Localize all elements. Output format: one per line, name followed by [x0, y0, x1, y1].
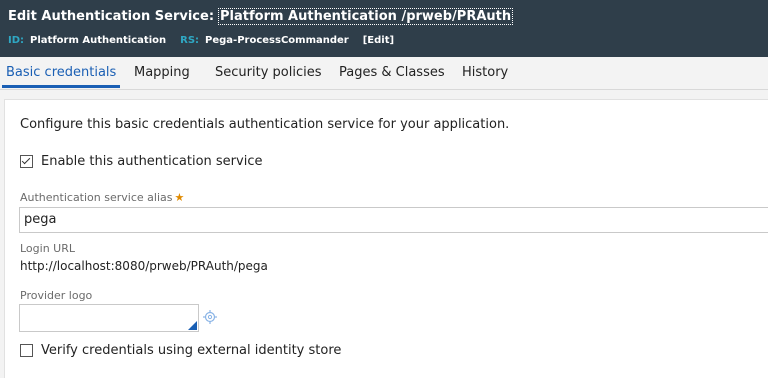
- edit-link[interactable]: [Edit]: [363, 35, 394, 46]
- verify-credentials-checkbox[interactable]: Verify credentials using external identi…: [20, 343, 341, 358]
- checkbox-checked-icon[interactable]: [20, 155, 33, 168]
- enable-service-label: Enable this authentication service: [41, 154, 263, 169]
- record-meta: ID: Platform Authentication RS: Pega-Proces…: [8, 35, 394, 46]
- tab-pages-classes[interactable]: Pages & Classes: [339, 65, 445, 80]
- verify-credentials-label: Verify credentials using external identi…: [41, 343, 342, 358]
- tab-history[interactable]: History: [462, 65, 508, 80]
- alias-input[interactable]: pega: [19, 207, 768, 233]
- active-tab-indicator: [2, 85, 120, 88]
- alias-label: Authentication service alias ★: [20, 191, 184, 204]
- alias-label-text: Authentication service alias: [20, 191, 173, 204]
- tab-security-policies[interactable]: Security policies: [215, 65, 321, 80]
- target-icon[interactable]: [203, 310, 217, 324]
- id-value: Platform Authentication: [30, 35, 167, 46]
- page-title: Edit Authentication Service: Platform Aut…: [8, 8, 514, 25]
- login-url-value: http://localhost:8080/prweb/PRAuth/pega: [20, 259, 268, 273]
- header-bar: Edit Authentication Service: Platform Aut…: [0, 0, 768, 57]
- resize-corner-icon: [188, 321, 197, 330]
- enable-service-checkbox[interactable]: Enable this authentication service: [20, 154, 262, 169]
- title-link[interactable]: Platform Authentication /prweb/PRAuth: [218, 8, 514, 25]
- required-star-icon: ★: [174, 191, 185, 204]
- rs-value: Pega-ProcessCommander: [205, 35, 349, 46]
- provider-logo-input[interactable]: [19, 304, 199, 332]
- tab-mapping[interactable]: Mapping: [134, 65, 190, 80]
- rs-label: RS:: [180, 35, 200, 46]
- tab-basic-credentials[interactable]: Basic credentials: [6, 65, 116, 80]
- form-panel: [4, 99, 768, 378]
- login-url-label: Login URL: [20, 242, 75, 255]
- checkbox-unchecked-icon[interactable]: [20, 344, 33, 357]
- intro-text: Configure this basic credentials authent…: [20, 117, 510, 132]
- id-label: ID:: [8, 35, 25, 46]
- title-prefix: Edit Authentication Service:: [8, 9, 215, 24]
- provider-logo-label: Provider logo: [20, 289, 93, 302]
